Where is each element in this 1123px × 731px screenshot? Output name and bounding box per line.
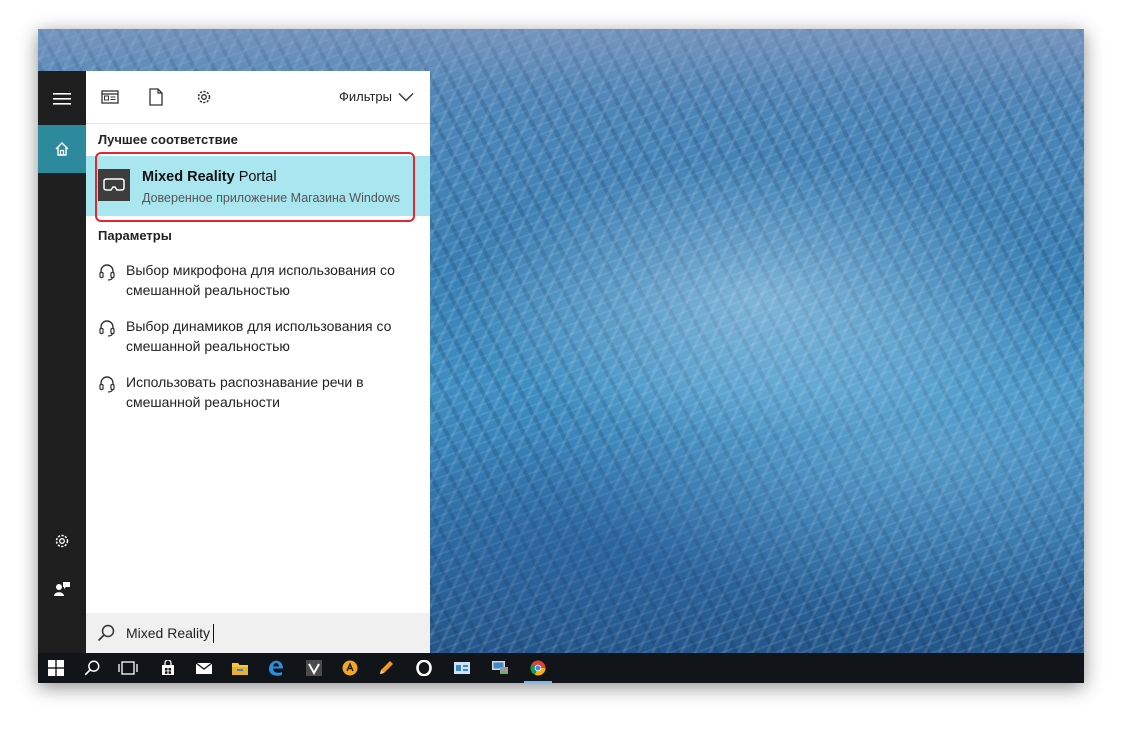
settings-heading: Параметры: [98, 228, 172, 243]
mixed-reality-app-icon: [98, 169, 130, 201]
app-window[interactable]: [444, 653, 480, 683]
text-caret: [213, 624, 214, 643]
start-rail: [38, 71, 86, 653]
windows-start-icon: [48, 660, 64, 676]
search-input[interactable]: [126, 621, 416, 645]
task-view-button[interactable]: [110, 653, 146, 683]
setting-item-label: Выбор микрофона для использования со сме…: [126, 262, 395, 298]
vr-headset-icon: [103, 178, 125, 191]
best-match-subtitle: Доверенное приложение Магазина Windows: [142, 191, 401, 205]
best-match-heading: Лучшее соответствие: [98, 132, 238, 147]
headset-icon: [99, 264, 115, 281]
opera-app[interactable]: [406, 653, 442, 683]
apps-icon: [101, 90, 119, 104]
filters-dropdown[interactable]: Фильтры: [339, 89, 414, 104]
app-name-bold: Mixed Reality: [142, 169, 235, 185]
headset-icon: [99, 320, 115, 337]
headset-icon: [99, 376, 115, 393]
taskbar-search-button[interactable]: [74, 653, 110, 683]
apps-filter-button[interactable]: [100, 87, 120, 107]
document-icon: [149, 88, 163, 106]
search-bar[interactable]: [86, 613, 430, 653]
feedback-button[interactable]: [38, 565, 86, 613]
start-button[interactable]: [38, 653, 74, 683]
home-icon: [55, 142, 69, 156]
file-explorer-icon: [232, 663, 248, 675]
chevron-down-icon: [398, 92, 414, 101]
network-icon: [492, 661, 508, 674]
chrome-icon: [530, 660, 546, 676]
mail-icon: [195, 662, 213, 674]
opera-icon: [416, 660, 432, 676]
vivaldi-icon: [306, 660, 322, 676]
task-view-icon: [118, 661, 138, 675]
filters-label: Фильтры: [338, 89, 392, 104]
hamburger-menu-button[interactable]: [38, 75, 86, 123]
aimp-icon: [342, 660, 358, 676]
rail-settings-button[interactable]: [38, 517, 86, 565]
best-match-result[interactable]: Mixed Reality Portal Доверенное приложен…: [86, 156, 430, 216]
store-icon: [162, 660, 174, 675]
taskbar: [38, 653, 1084, 683]
panel-toolbar: Фильтры: [86, 71, 430, 124]
file-explorer-app[interactable]: [222, 653, 258, 683]
setting-item-microphone[interactable]: Выбор микрофона для использования со сме…: [86, 260, 430, 310]
network-app[interactable]: [482, 653, 518, 683]
settings-filter-button[interactable]: [194, 87, 214, 107]
setting-item-label: Выбор динамиков для использования со сме…: [126, 318, 392, 354]
mail-app[interactable]: [186, 653, 222, 683]
search-panel: Фильтры Лучшее соответствие Mixed Realit…: [86, 71, 430, 653]
edge-icon: [269, 660, 283, 676]
feedback-icon: [54, 582, 70, 596]
app-icon: [454, 662, 470, 674]
pencil-app[interactable]: [368, 653, 404, 683]
search-icon: [84, 660, 100, 676]
documents-filter-button[interactable]: [146, 87, 166, 107]
hamburger-menu-icon: [53, 93, 71, 105]
edge-app[interactable]: [258, 653, 294, 683]
search-icon: [97, 624, 115, 642]
best-match-title: Mixed Reality Portal: [142, 169, 277, 185]
setting-item-speakers[interactable]: Выбор динамиков для использования со сме…: [86, 316, 430, 366]
gear-icon: [197, 90, 211, 104]
desktop-screen: Фильтры Лучшее соответствие Mixed Realit…: [38, 29, 1084, 683]
store-app[interactable]: [150, 653, 186, 683]
pencil-icon: [380, 661, 393, 674]
setting-item-speech-recognition[interactable]: Использовать распознавание речи в смешан…: [86, 372, 430, 422]
setting-item-label: Использовать распознавание речи в смешан…: [126, 374, 364, 410]
chrome-app[interactable]: [520, 653, 556, 683]
vivaldi-app[interactable]: [296, 653, 332, 683]
app-name-rest: Portal: [234, 169, 277, 185]
home-button[interactable]: [38, 125, 86, 173]
aimp-app[interactable]: [332, 653, 368, 683]
gear-icon: [55, 534, 69, 548]
